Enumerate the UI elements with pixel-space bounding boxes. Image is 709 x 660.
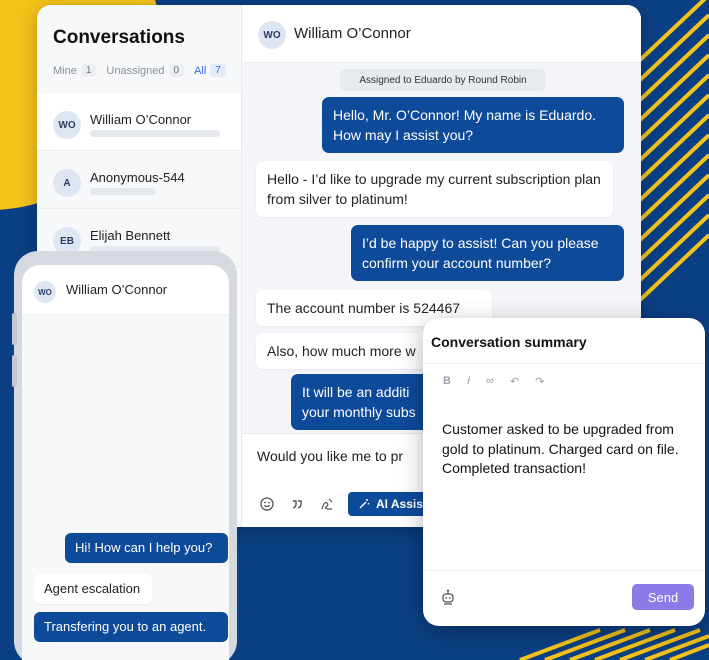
conversation-item[interactable]: A Anonymous-544 — [37, 151, 241, 209]
summary-text[interactable]: Customer asked to be upgraded from gold … — [442, 420, 700, 479]
chat-header: WO William O’Connor — [242, 5, 641, 63]
filter-count: 0 — [168, 64, 185, 77]
conversation-item[interactable]: WO William O’Connor — [37, 93, 241, 151]
summary-header: Conversation summary — [423, 318, 705, 364]
link-icon[interactable]: ∞ — [486, 375, 494, 388]
composer-toolbar: AI Assis — [258, 492, 433, 516]
conversation-summary-card: Conversation summary B I ∞ ↶ ↷ Customer … — [423, 318, 705, 626]
phone-chat-header: WO William O’Connor — [22, 265, 229, 315]
message-incoming: Also, how much more w — [256, 333, 446, 369]
chat-contact-name: William O’Connor — [294, 25, 411, 42]
phone-side-button — [12, 355, 17, 387]
bold-icon[interactable]: B — [443, 375, 451, 388]
conversation-name: Elijah Bennett — [90, 228, 171, 243]
phone-screen: WO William O’Connor Hi! How can I help y… — [22, 265, 229, 660]
preview-placeholder — [90, 130, 220, 137]
filter-count: 7 — [210, 64, 226, 77]
phone-contact-name: William O’Connor — [66, 282, 168, 297]
avatar: WO — [53, 111, 81, 139]
conversation-filters: Mine 1 Unassigned 0 All 7 — [53, 64, 230, 77]
avatar: A — [53, 169, 81, 197]
message-incoming: Agent escalation — [34, 574, 152, 604]
conversation-name: Anonymous-544 — [90, 170, 185, 185]
message-outgoing: It will be an additi your monthly subs — [291, 374, 431, 430]
sidebar-title: Conversations — [53, 27, 185, 48]
phone-side-button — [12, 313, 17, 345]
filter-count: 1 — [80, 64, 97, 77]
bot-icon[interactable] — [439, 588, 459, 608]
magic-wand-icon — [359, 499, 370, 509]
yellow-stripes-bottom — [519, 628, 709, 660]
message-incoming: Hello - I’d like to upgrade my current s… — [256, 161, 613, 217]
summary-title: Conversation summary — [431, 334, 587, 350]
avatar: WO — [34, 281, 56, 303]
preview-placeholder — [90, 188, 156, 195]
quote-icon[interactable] — [288, 495, 306, 513]
summary-footer: Send — [423, 570, 705, 626]
undo-icon[interactable]: ↶ — [510, 375, 519, 388]
filter-label: Mine — [53, 64, 77, 77]
mobile-phone: WO William O’Connor Hi! How can I help y… — [12, 251, 237, 660]
message-outgoing: Hi! How can I help you? — [65, 533, 228, 563]
ai-assist-label: AI Assis — [376, 497, 423, 511]
yellow-stripes-top — [638, 0, 709, 302]
filter-label: Unassigned — [106, 64, 165, 77]
filter-mine[interactable]: Mine 1 — [53, 64, 97, 77]
filter-label: All — [194, 64, 207, 77]
italic-icon[interactable]: I — [467, 375, 470, 388]
assignment-badge: Assigned to Eduardo by Round Robin — [340, 69, 546, 91]
ai-assist-button[interactable]: AI Assis — [348, 492, 433, 516]
redo-icon[interactable]: ↷ — [535, 375, 544, 388]
summary-format-toolbar: B I ∞ ↶ ↷ — [443, 375, 544, 388]
conversation-list: WO William O’Connor A Anonymous-544 EB E… — [37, 93, 241, 267]
filter-all[interactable]: All 7 — [194, 64, 226, 77]
send-button[interactable]: Send — [632, 584, 694, 610]
conversation-name: William O’Connor — [90, 112, 192, 127]
message-outgoing: Transfering you to an agent. — [34, 612, 228, 642]
signature-icon[interactable] — [318, 495, 336, 513]
composer-text[interactable]: Would you like me to pr — [257, 448, 403, 464]
message-outgoing: I’d be happy to assist! Can you please c… — [351, 225, 624, 281]
message-outgoing: Hello, Mr. O’Connor! My name is Eduardo.… — [322, 97, 624, 153]
avatar: WO — [258, 21, 286, 49]
emoji-icon[interactable] — [258, 495, 276, 513]
phone-chat-thread: Hi! How can I help you? Agent escalation… — [22, 315, 229, 660]
filter-unassigned[interactable]: Unassigned 0 — [106, 64, 185, 77]
